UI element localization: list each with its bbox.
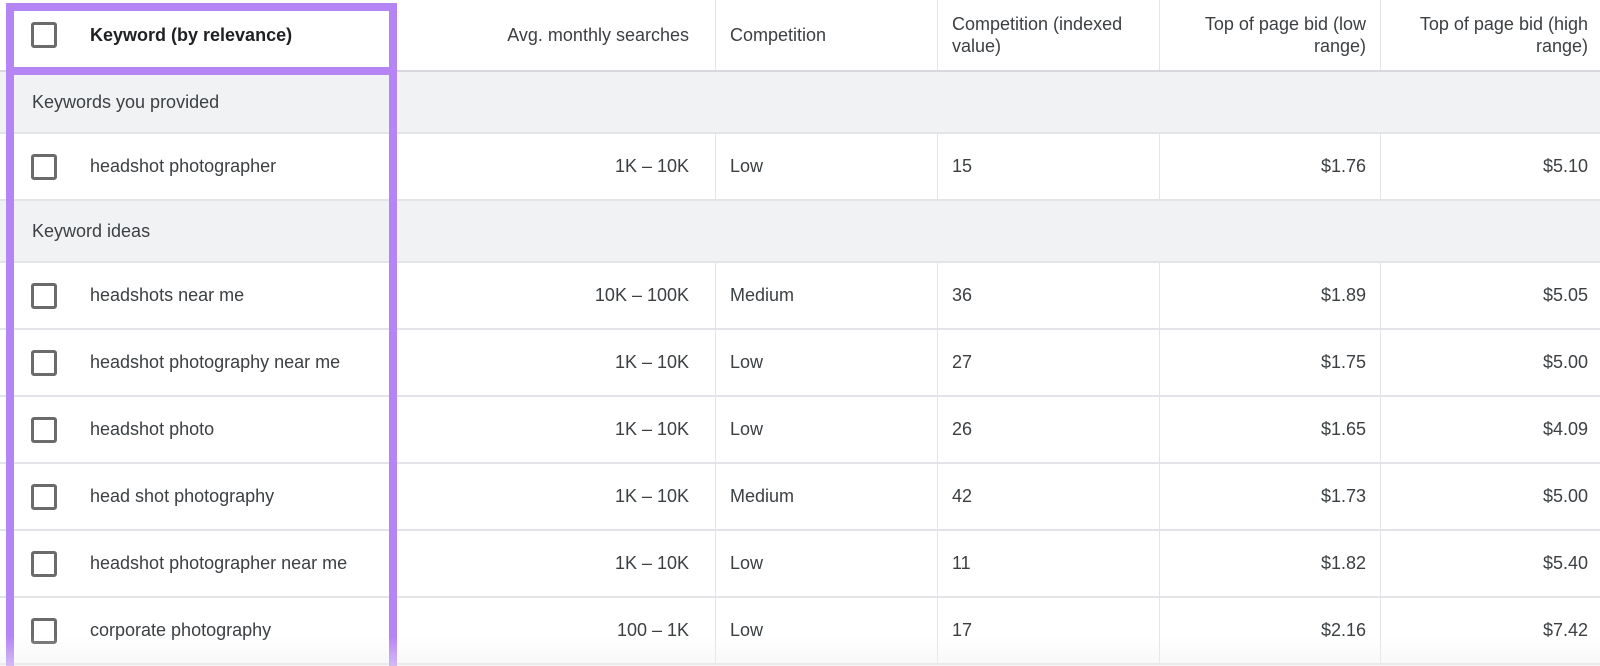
bid-low: $2.16	[1160, 598, 1381, 663]
table-header: Keyword (by relevance) Avg. monthly sear…	[0, 0, 1600, 72]
row-checkbox[interactable]	[31, 416, 57, 443]
bid-low: $1.65	[1160, 397, 1381, 462]
avg-searches: 1K – 10K	[398, 464, 716, 529]
header-keyword[interactable]: Keyword (by relevance)	[0, 0, 398, 70]
header-competition-indexed[interactable]: Competition (indexed value)	[938, 0, 1160, 70]
bid-high: $5.00	[1542, 352, 1588, 372]
header-bid-high[interactable]: Top of page bid (high range)	[1381, 0, 1600, 70]
bid-high: $5.05	[1542, 285, 1588, 305]
competition-index: 27	[938, 330, 1160, 395]
keyword-text: headshot photography near me	[90, 352, 341, 372]
row-checkbox[interactable]	[31, 617, 57, 644]
header-avg-monthly-searches[interactable]: Avg. monthly searches	[398, 0, 716, 70]
table-row: headshots near me 10K – 100K Medium 36 $…	[0, 263, 1600, 330]
keyword-table: Keyword (by relevance) Avg. monthly sear…	[0, 0, 1600, 665]
competition-index: 11	[938, 531, 1160, 596]
avg-searches: 10K – 100K	[398, 263, 716, 328]
competition-index: 36	[938, 263, 1160, 328]
keyword-text: corporate photography	[90, 620, 272, 640]
bid-high: $5.00	[1542, 486, 1588, 506]
avg-searches: 100 – 1K	[398, 598, 716, 663]
keyword-text: headshot photo	[90, 419, 215, 439]
competition: Low	[716, 397, 938, 462]
competition: Medium	[716, 263, 938, 328]
competition: Medium	[716, 464, 938, 529]
bid-high: $4.09	[1542, 419, 1588, 439]
row-checkbox[interactable]	[31, 282, 57, 309]
keyword-text: headshot photographer	[90, 156, 277, 176]
table-row: corporate photography 100 – 1K Low 17 $2…	[0, 598, 1600, 665]
header-competition[interactable]: Competition	[716, 0, 938, 70]
bid-low: $1.89	[1160, 263, 1381, 328]
table-row: headshot photo 1K – 10K Low 26 $1.65 $4.…	[0, 397, 1600, 464]
table-row: headshot photographer 1K – 10K Low 15 $1…	[0, 134, 1600, 201]
group-label: Keywords you provided	[32, 91, 220, 112]
header-keyword-label: Keyword (by relevance)	[90, 25, 293, 45]
table-row: head shot photography 1K – 10K Medium 42…	[0, 464, 1600, 531]
row-checkbox[interactable]	[31, 349, 57, 376]
avg-searches: 1K – 10K	[398, 134, 716, 199]
avg-searches: 1K – 10K	[398, 330, 716, 395]
competition: Low	[716, 134, 938, 199]
keyword-text: headshot photographer near me	[90, 553, 348, 573]
row-checkbox[interactable]	[31, 483, 57, 510]
avg-searches: 1K – 10K	[398, 531, 716, 596]
avg-searches: 1K – 10K	[398, 397, 716, 462]
competition-index: 42	[938, 464, 1160, 529]
bid-low: $1.75	[1160, 330, 1381, 395]
competition: Low	[716, 330, 938, 395]
group-header-provided: Keywords you provided	[0, 72, 1600, 134]
table-row: headshot photography near me 1K – 10K Lo…	[0, 330, 1600, 397]
row-checkbox[interactable]	[31, 550, 57, 577]
bid-low: $1.73	[1160, 464, 1381, 529]
keyword-text: headshots near me	[90, 285, 245, 305]
competition: Low	[716, 598, 938, 663]
competition-index: 15	[938, 134, 1160, 199]
select-all-checkbox[interactable]	[31, 22, 57, 48]
competition: Low	[716, 531, 938, 596]
competition-index: 17	[938, 598, 1160, 663]
keyword-text: head shot photography	[90, 486, 275, 506]
bid-low: $1.82	[1160, 531, 1381, 596]
row-checkbox[interactable]	[31, 153, 57, 180]
table-row: headshot photographer near me 1K – 10K L…	[0, 531, 1600, 598]
bid-high: $5.40	[1542, 553, 1588, 573]
bid-high: $5.10	[1542, 156, 1588, 176]
bid-low: $1.76	[1160, 134, 1381, 199]
competition-index: 26	[938, 397, 1160, 462]
group-label: Keyword ideas	[32, 220, 151, 241]
header-bid-low[interactable]: Top of page bid (low range)	[1160, 0, 1381, 70]
group-header-ideas: Keyword ideas	[0, 201, 1600, 263]
bid-high: $7.42	[1542, 620, 1588, 640]
